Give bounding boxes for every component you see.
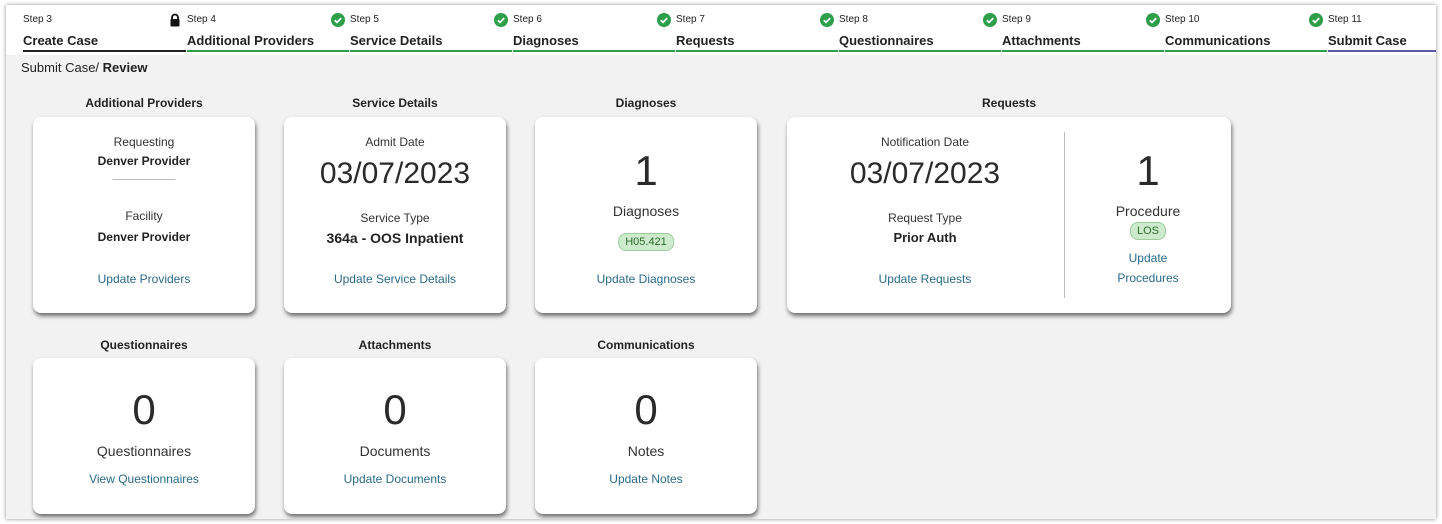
section-title-diagnoses: Diagnoses <box>615 96 677 110</box>
breadcrumb-parent: Submit Case/ <box>21 60 103 75</box>
update-providers-link[interactable]: Update Providers <box>33 272 255 286</box>
section-title-requests: Requests <box>981 96 1037 110</box>
lock-icon <box>170 13 180 27</box>
update-procedures-link-line1[interactable]: Update <box>1065 251 1231 265</box>
step-label: Questionnaires <box>839 33 934 48</box>
breadcrumb-current: Review <box>102 60 148 75</box>
admit-date-label: Admit Date <box>365 135 425 149</box>
check-circle-icon <box>494 13 508 27</box>
step-number: Step 9 <box>1002 14 1031 25</box>
step-questionnaires[interactable]: Step 8 Questionnaires <box>839 5 1001 55</box>
section-title-communications: Communications <box>597 338 695 352</box>
admit-date-value: 03/07/2023 <box>319 157 471 190</box>
step-diagnoses[interactable]: Step 6 Diagnoses <box>513 5 675 55</box>
step-number: Step 10 <box>1165 14 1200 25</box>
step-underline <box>187 50 349 52</box>
update-requests-link[interactable]: Update Requests <box>787 272 1063 286</box>
step-label: Attachments <box>1002 33 1081 48</box>
notification-date-label: Notification Date <box>880 135 970 149</box>
step-underline <box>23 50 186 52</box>
update-service-details-link[interactable]: Update Service Details <box>284 272 506 286</box>
step-submit-case[interactable]: Step 11 Submit Case <box>1328 5 1436 55</box>
step-underline <box>350 50 512 52</box>
additional-providers-card: Requesting Denver Provider Facility Denv… <box>33 117 255 313</box>
divider <box>113 179 175 180</box>
step-underline <box>1328 50 1436 52</box>
step-label: Additional Providers <box>187 33 315 48</box>
breadcrumb: Submit Case/ Review <box>21 60 147 75</box>
step-number: Step 7 <box>676 14 705 25</box>
diagnoses-card: 1 Diagnoses H05.421 Update Diagnoses <box>535 117 757 313</box>
facility-label: Facility <box>125 209 163 223</box>
notes-count-label: Notes <box>627 443 665 459</box>
section-title-questionnaires: Questionnaires <box>100 338 188 352</box>
procedure-label: Procedure <box>1115 203 1181 219</box>
step-underline <box>1002 50 1164 52</box>
step-underline <box>1165 50 1327 52</box>
step-requests[interactable]: Step 7 Requests <box>676 5 838 55</box>
step-label: Submit Case <box>1328 33 1407 48</box>
check-circle-icon <box>983 13 997 27</box>
step-progress-bar: Step 3 Create Case Step 4 Additional Pro… <box>6 5 1436 55</box>
facility-provider: Denver Provider <box>97 230 191 244</box>
section-title-attachments: Attachments <box>358 338 432 352</box>
request-summary: Notification Date 03/07/2023 Request Typ… <box>787 117 1063 313</box>
procedure-code-chip: LOS <box>1129 222 1167 240</box>
update-diagnoses-link[interactable]: Update Diagnoses <box>535 272 757 286</box>
step-underline <box>676 50 838 52</box>
step-additional-providers[interactable]: Step 4 Additional Providers <box>187 5 349 55</box>
step-label: Diagnoses <box>513 33 579 48</box>
procedure-count: 1 <box>1136 147 1160 194</box>
service-details-card: Admit Date 03/07/2023 Service Type 364a … <box>284 117 506 313</box>
view-questionnaires-link[interactable]: View Questionnaires <box>33 472 255 486</box>
request-type-value: Prior Auth <box>893 230 957 245</box>
step-number: Step 3 <box>23 14 52 25</box>
case-review-panel: Step 3 Create Case Step 4 Additional Pro… <box>6 5 1436 519</box>
documents-count: 0 <box>383 386 407 433</box>
request-type-label: Request Type <box>888 211 962 225</box>
check-circle-icon <box>657 13 671 27</box>
service-type-value: 364a - OOS Inpatient <box>326 230 464 246</box>
step-attachments[interactable]: Step 9 Attachments <box>1002 5 1164 55</box>
documents-count-label: Documents <box>359 443 431 459</box>
diagnoses-count: 1 <box>634 147 658 194</box>
requesting-provider: Denver Provider <box>97 154 191 168</box>
requests-card: Notification Date 03/07/2023 Request Typ… <box>787 117 1231 313</box>
update-documents-link[interactable]: Update Documents <box>284 472 506 486</box>
step-label: Create Case <box>23 33 99 48</box>
section-title-additional-providers: Additional Providers <box>85 96 203 110</box>
step-label: Requests <box>676 33 735 48</box>
step-label: Communications <box>1165 33 1271 48</box>
step-communications[interactable]: Step 10 Communications <box>1165 5 1327 55</box>
diagnoses-count-label: Diagnoses <box>612 203 680 219</box>
update-procedures-link-line2[interactable]: Procedures <box>1065 271 1231 285</box>
step-underline <box>513 50 675 52</box>
step-service-details[interactable]: Step 5 Service Details <box>350 5 512 55</box>
communications-card: 0 Notes Update Notes <box>535 358 757 514</box>
questionnaires-count: 0 <box>132 386 156 433</box>
step-create-case[interactable]: Step 3 Create Case <box>23 5 186 55</box>
notification-date-value: 03/07/2023 <box>849 157 1001 190</box>
step-underline <box>839 50 1001 52</box>
step-label: Service Details <box>350 33 443 48</box>
check-circle-icon <box>1146 13 1160 27</box>
service-type-label: Service Type <box>360 211 430 225</box>
check-circle-icon <box>820 13 834 27</box>
step-number: Step 6 <box>513 14 542 25</box>
step-number: Step 11 <box>1328 14 1362 25</box>
update-notes-link[interactable]: Update Notes <box>535 472 757 486</box>
attachments-card: 0 Documents Update Documents <box>284 358 506 514</box>
check-circle-icon <box>1309 13 1323 27</box>
requesting-label: Requesting <box>113 135 175 149</box>
step-number: Step 5 <box>350 14 379 25</box>
questionnaires-card: 0 Questionnaires View Questionnaires <box>33 358 255 514</box>
procedure-summary: 1 Procedure LOS Update Procedures <box>1065 117 1231 313</box>
section-title-service-details: Service Details <box>352 96 438 110</box>
notes-count: 0 <box>634 386 658 433</box>
questionnaires-count-label: Questionnaires <box>96 443 192 459</box>
diagnosis-code-chip: H05.421 <box>618 233 674 251</box>
check-circle-icon <box>331 13 345 27</box>
step-number: Step 8 <box>839 14 868 25</box>
step-number: Step 4 <box>187 14 216 25</box>
